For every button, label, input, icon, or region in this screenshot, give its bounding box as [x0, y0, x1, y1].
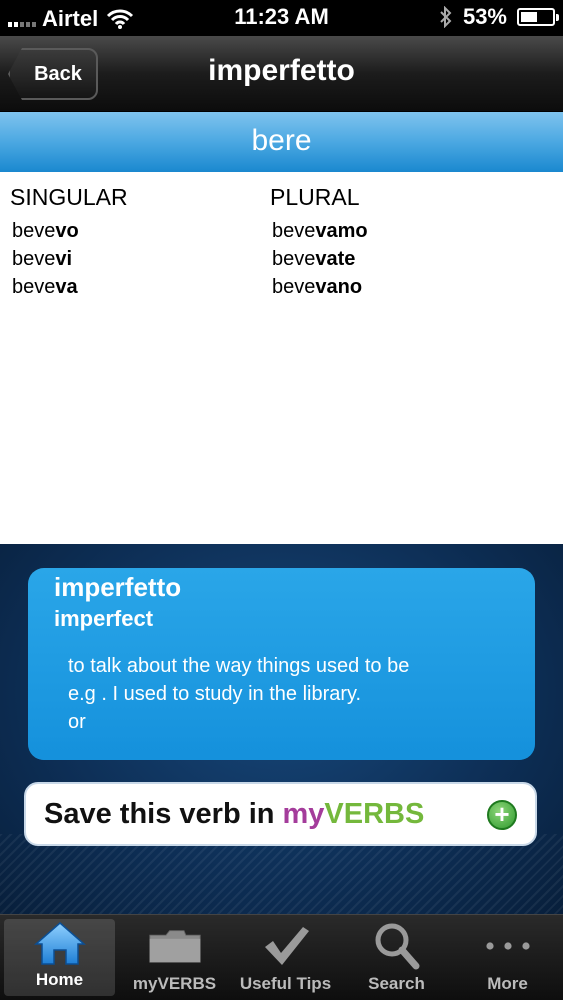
tab-label: More — [487, 974, 528, 993]
tab-label: Search — [368, 974, 425, 993]
save-to-myverbs-button[interactable]: Save this verb in my VERBS + — [24, 782, 537, 846]
tab-myverbs[interactable]: myVERBS — [119, 915, 230, 1000]
checkmark-icon — [259, 922, 313, 970]
tense-info-card[interactable]: imperfetto imperfect to talk about the w… — [28, 568, 535, 760]
tab-label: Useful Tips — [239, 974, 332, 993]
tense-translation: imperfect — [54, 606, 154, 631]
tab-home[interactable]: Home — [4, 919, 115, 996]
tense-description: to talk about the way things used to be … — [68, 652, 409, 736]
save-label-verbs: VERBS — [324, 797, 425, 830]
conjugation-form: bevevamo — [272, 220, 368, 242]
home-icon — [33, 919, 87, 966]
search-icon — [370, 922, 424, 970]
tab-label: myVERBS — [132, 974, 217, 993]
status-bar: Airtel 11:23 AM 53% — [0, 0, 563, 36]
tab-useful-tips[interactable]: Useful Tips — [230, 915, 341, 1000]
conjugation-table: SINGULAR bevevo bevevi beveva PLURAL bev… — [0, 172, 563, 544]
singular-header: SINGULAR — [10, 184, 128, 210]
lower-panel: imperfetto imperfect to talk about the w… — [0, 544, 563, 914]
conjugation-form: bevevate — [272, 248, 356, 270]
conjugation-form: bevevi — [12, 248, 73, 270]
navigation-bar: Back imperfetto — [0, 36, 563, 112]
tab-label: Home — [35, 970, 84, 989]
save-label-my: my — [282, 797, 325, 830]
singular-column: SINGULAR bevevo bevevi beveva — [10, 184, 128, 301]
save-label: Save this verb in — [44, 797, 275, 830]
conjugation-form: beveva — [12, 276, 78, 298]
tab-bar: Home myVERBS Useful Tips Search More — [0, 914, 563, 1000]
scroll-fade — [28, 738, 535, 760]
description-line: or — [68, 711, 86, 733]
folder-icon — [148, 922, 202, 970]
plural-header: PLURAL — [270, 184, 360, 210]
more-dots-icon — [481, 922, 535, 970]
description-line: to talk about the way things used to be — [68, 655, 410, 677]
battery-percent: 53% — [462, 4, 507, 29]
verb-header: bere — [0, 112, 563, 172]
add-icon: + — [487, 800, 517, 830]
battery-icon — [517, 8, 559, 26]
description-line: e.g . I used to study in the library. — [68, 683, 362, 705]
status-right: 53% — [439, 4, 559, 30]
tab-more[interactable]: More — [452, 915, 563, 1000]
conjugation-form: bevevano — [272, 276, 363, 298]
conjugation-form: bevevo — [12, 220, 79, 242]
tab-search[interactable]: Search — [341, 915, 452, 1000]
plural-column: PLURAL bevevamo bevevate bevevano — [270, 184, 368, 301]
page-title: imperfetto — [208, 54, 355, 87]
tense-title: imperfetto — [54, 572, 182, 602]
bluetooth-icon — [440, 6, 452, 28]
